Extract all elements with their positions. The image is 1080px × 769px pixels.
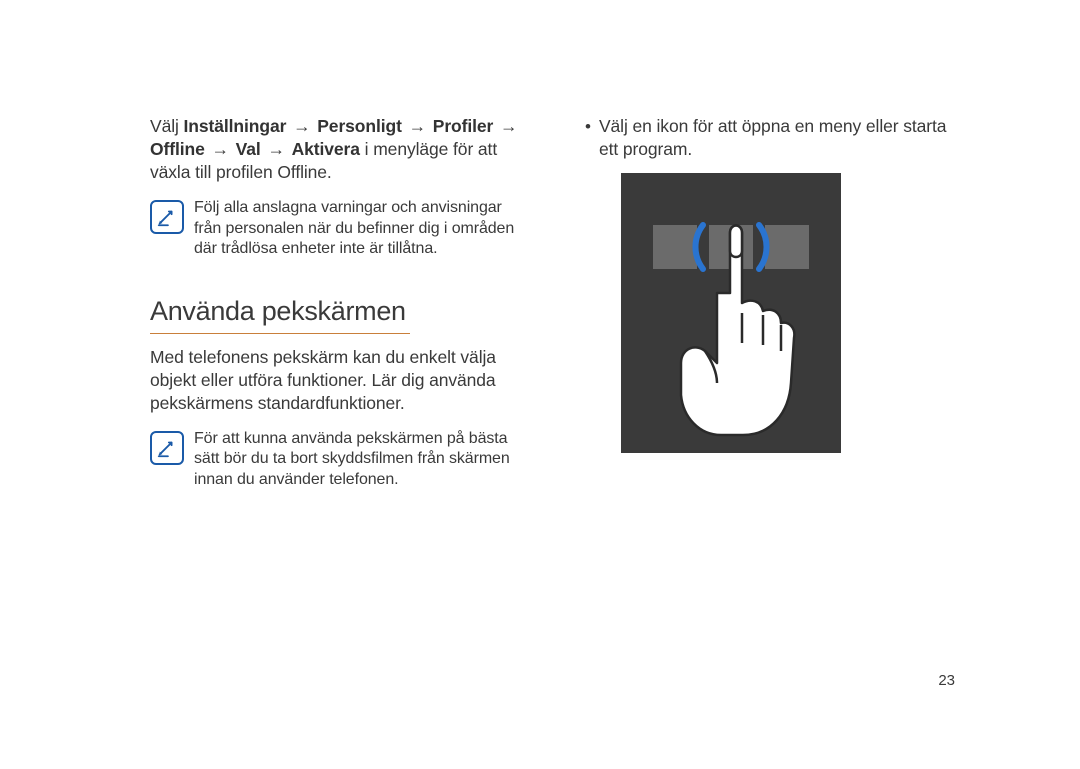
note-block: För att kunna använda pekskärmen på bäst…: [150, 429, 530, 490]
path-step: Personligt: [317, 116, 402, 136]
note-text: För att kunna använda pekskärmen på bäst…: [194, 429, 530, 490]
page: Välj Inställningar → Personligt → Profil…: [0, 0, 1080, 769]
bullet-dot-icon: •: [585, 115, 591, 161]
note-icon: [150, 200, 184, 234]
left-column: Välj Inställningar → Personligt → Profil…: [150, 115, 530, 769]
path-step: Inställningar: [184, 116, 287, 136]
touchscreen-intro: Med telefonens pekskärm kan du enkelt vä…: [150, 346, 530, 415]
arrow-icon: →: [209, 138, 230, 161]
note-block: Följ alla anslagna varningar och anvisni…: [150, 198, 530, 259]
path-step: Val: [236, 139, 261, 159]
arrow-icon: →: [498, 115, 519, 138]
bullet-item: • Välj en ikon för att öppna en meny ell…: [585, 115, 965, 161]
text: Välj: [150, 116, 184, 136]
heading-touchscreen: Använda pekskärmen: [150, 296, 530, 327]
page-number: 23: [938, 672, 955, 689]
arrow-icon: →: [291, 115, 312, 138]
heading-rule: [150, 333, 410, 334]
note-text: Följ alla anslagna varningar och anvisni…: [194, 198, 530, 259]
path-step: Profiler: [433, 116, 493, 136]
offline-instruction: Välj Inställningar → Personligt → Profil…: [150, 115, 530, 184]
path-step: Offline: [150, 139, 205, 159]
bullet-text: Välj en ikon för att öppna en meny eller…: [599, 115, 965, 161]
arrow-icon: →: [265, 138, 286, 161]
path-step: Aktivera: [292, 139, 360, 159]
right-column: • Välj en ikon för att öppna en meny ell…: [585, 115, 965, 769]
note-icon: [150, 431, 184, 465]
touch-illustration: [621, 173, 841, 453]
arrow-icon: →: [407, 115, 428, 138]
